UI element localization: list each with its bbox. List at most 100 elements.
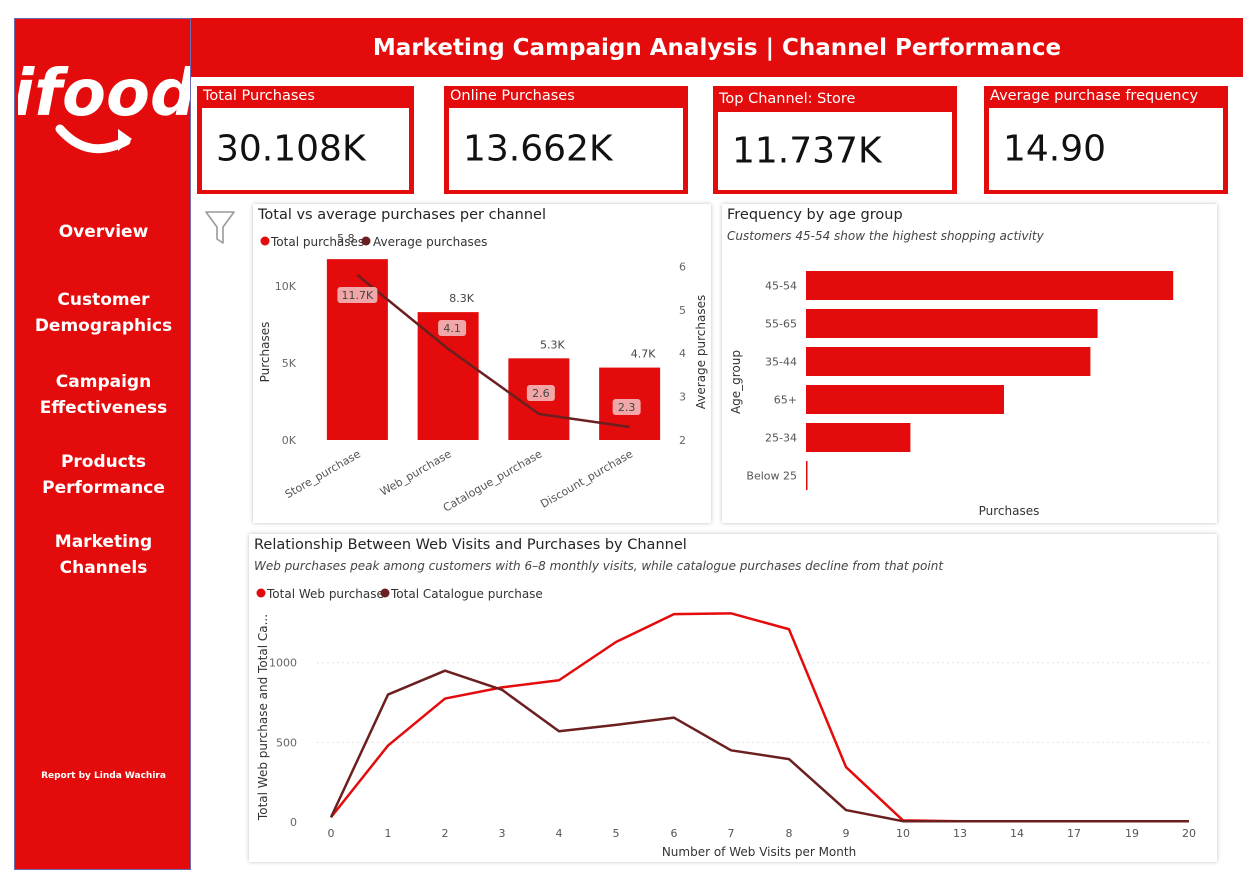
legend-label: Average purchases [373,235,487,249]
chart-card-channel-purchases: Total vs average purchases per channel T… [253,204,711,523]
report-credit: Report by Linda Wachira [41,771,166,781]
y-tick-label: 500 [276,736,297,749]
legend-label: Total Catalogue purchase [390,587,543,601]
bar [326,259,388,440]
x-tick-label: 3 [499,827,506,840]
sidebar-nav-item[interactable]: Overview [15,219,192,245]
bar-data-label: 8.3K [449,292,474,305]
kpi-label: Top Channel: Store [719,91,856,107]
kpi-card-top-channel: Top Channel: Store 11.737K [713,86,957,194]
series-line [330,612,1189,823]
nav-item-label: Customer [57,290,150,310]
y2-tick-label: 5 [679,304,686,317]
nav-item-label: Channels [59,558,148,578]
x-tick-label: 13 [953,827,967,840]
x-tick-label: Web_purchase [378,447,454,498]
line-data-label: 4.1 [443,322,461,335]
y-tick-label: Below 25 [746,470,797,483]
kpi-label: Online Purchases [450,88,575,104]
nav-item-label: Performance [42,478,165,498]
x-tick-label: 17 [1067,827,1081,840]
kpi-value: 13.662K [463,128,613,170]
y-axis-title: Total Web purchase and Total Ca... [256,614,270,821]
logo-text: ifood [18,57,190,131]
bar-data-label: 5.8 [337,232,355,245]
y-axis-title: Age_group [729,350,743,414]
bar [806,347,1091,376]
x-tick-label: 8 [786,827,793,840]
nav-item-label: Campaign [55,372,152,392]
y-tick-label: 65+ [774,394,797,407]
sidebar-nav-item[interactable]: Marketing Channels [15,529,192,581]
kpi-card-avg-frequency: Average purchase frequency 14.90 [984,86,1228,194]
kpi-value: 14.90 [1003,128,1107,170]
sidebar-nav-item[interactable]: Customer Demographics [15,287,192,339]
x-tick-label: 0 [328,827,335,840]
kpi-value: 11.737K [732,130,882,172]
x-tick-label: 10 [896,827,910,840]
ifood-logo: ifood [18,57,190,154]
x-tick-label: 14 [1010,827,1024,840]
bar [806,271,1174,300]
x-tick-label: 5 [613,827,620,840]
series-line [329,669,1189,823]
chart-card-web-visits: Relationship Between Web Visits and Purc… [249,534,1217,862]
kpi-box: 14.90 [989,108,1223,190]
nav-item-label: Overview [58,222,149,242]
x-tick-label: 1 [385,827,392,840]
y-tick-label: 5K [282,357,297,370]
nav-item-label: Marketing [54,532,153,552]
line-data-label: 2.3 [618,401,636,414]
filter-icon[interactable] [204,210,236,246]
kpi-value: 30.108K [216,128,366,170]
kpi-card-online-purchases: Online Purchases 13.662K [444,86,688,194]
x-tick-label: 4 [556,827,563,840]
kpi-box: 13.662K [449,108,683,190]
y2-tick-label: 6 [679,260,686,273]
y-tick-label: 0K [282,434,297,447]
nav-item-label: Demographics [34,316,173,336]
y-tick-label: 25-34 [765,432,797,445]
legend-marker [380,588,390,598]
legend-marker [361,236,371,246]
y-tick-label: 55-65 [765,318,797,331]
bar-data-label: 4.7K [631,348,656,361]
legend-marker [256,588,266,598]
kpi-card-total-purchases: Total Purchases 30.108K [197,86,414,194]
kpi-label: Average purchase frequency [990,88,1199,104]
x-tick-label: Store_purchase [283,447,363,501]
x-tick-label: 19 [1125,827,1139,840]
legend-label: Total Web purchase [266,587,384,601]
x-tick-label: 2 [442,827,449,840]
x-tick-label: Catalogue_purchase [441,447,545,514]
kpi-label: Total Purchases [203,88,315,104]
y2-tick-label: 4 [679,347,686,360]
y-tick-label: 35-44 [765,356,797,369]
nav-item-label: Effectiveness [39,398,168,418]
sidebar-nav-item[interactable]: Products Performance [15,449,192,501]
kpi-box: 30.108K [202,108,409,190]
legend-marker [260,236,270,246]
kpi-box: 11.737K [718,112,952,190]
y-tick-label: 10K [275,280,297,293]
line-data-label: 11.7K [342,289,374,302]
sidebar-nav-item[interactable]: Campaign Effectiveness [15,369,192,421]
line-chart: Total Web purchase Total Catalogue purcha… [256,587,1209,859]
sidebar: ifood Overview Customer Demographics Campai… [14,18,191,870]
combo-chart: Total purchases Average purchases0K5K10K2… [258,232,708,514]
x-axis-title: Purchases [979,504,1040,518]
y-axis-title: Purchases [258,322,272,383]
title-bar: Marketing Campaign Analysis | Channel Pe… [191,18,1243,77]
nav-item-label: Products [60,452,147,472]
y2-tick-label: 2 [679,434,686,447]
chart-card-age-group: Frequency by age group Customers 45-54 s… [722,204,1217,523]
y2-tick-label: 3 [679,391,686,404]
x-axis-title: Number of Web Visits per Month [662,845,856,859]
bar [806,423,911,452]
y-tick-label: 1000 [269,657,297,670]
y-tick-label: 0 [290,816,297,829]
average-purchases-line [356,274,630,429]
x-tick-label: 6 [671,827,678,840]
x-tick-label: 20 [1182,827,1196,840]
x-tick-label: 7 [728,827,735,840]
